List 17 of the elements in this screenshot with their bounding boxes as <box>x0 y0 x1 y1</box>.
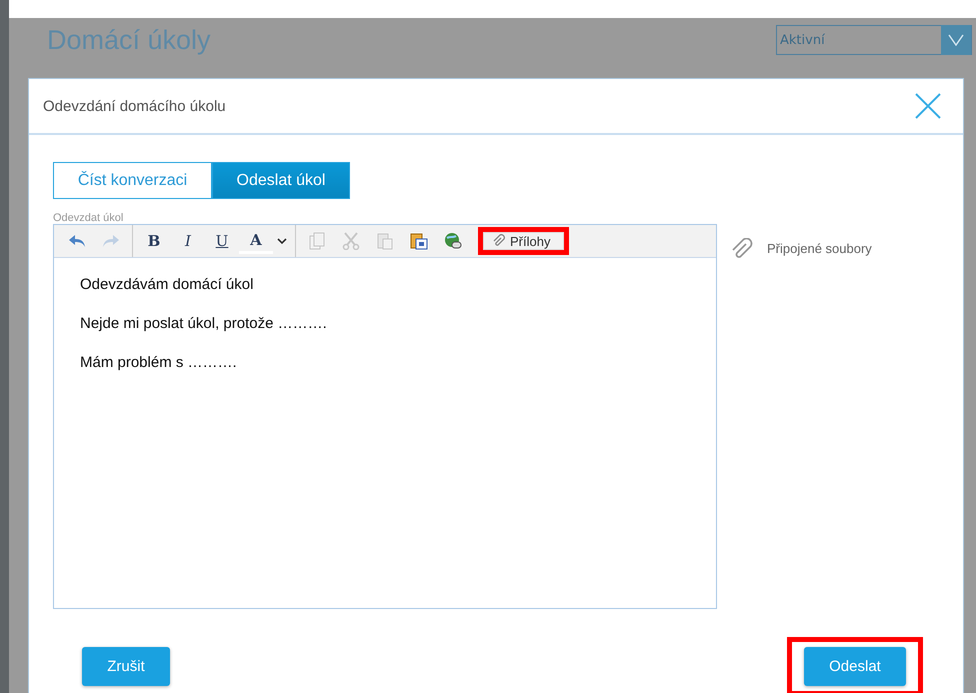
bold-button[interactable]: B <box>137 228 171 254</box>
paragraph: Odevzdávám domácí úkol <box>80 276 254 293</box>
attachments-button[interactable]: Přílohy <box>478 227 570 255</box>
chevron-down-icon <box>948 34 964 46</box>
font-color-button[interactable]: A <box>239 228 273 254</box>
underline-button[interactable]: U <box>205 228 239 254</box>
page-title: Domácí úkoly <box>47 24 211 56</box>
attached-files-label: Připojené soubory <box>767 240 872 256</box>
close-button[interactable] <box>915 93 941 119</box>
tab[interactable]: Odeslat úkol <box>212 162 350 199</box>
text-editor[interactable]: B I U A Přílohy Odevzdávám domácí úkol Nejde mi poslat úkol, protože ………. Mám problém s ………. <box>53 224 717 609</box>
paragraph: Nejde mi poslat úkol, protože ………. <box>80 315 328 332</box>
paragraph: Mám problém s ………. <box>80 354 238 371</box>
italic-button[interactable]: I <box>171 228 205 254</box>
dialog-title: Odevzdání domácího úkolu <box>43 98 226 114</box>
paperclip-icon <box>493 234 505 248</box>
editor-label: Odevzdat úkol <box>53 212 124 224</box>
